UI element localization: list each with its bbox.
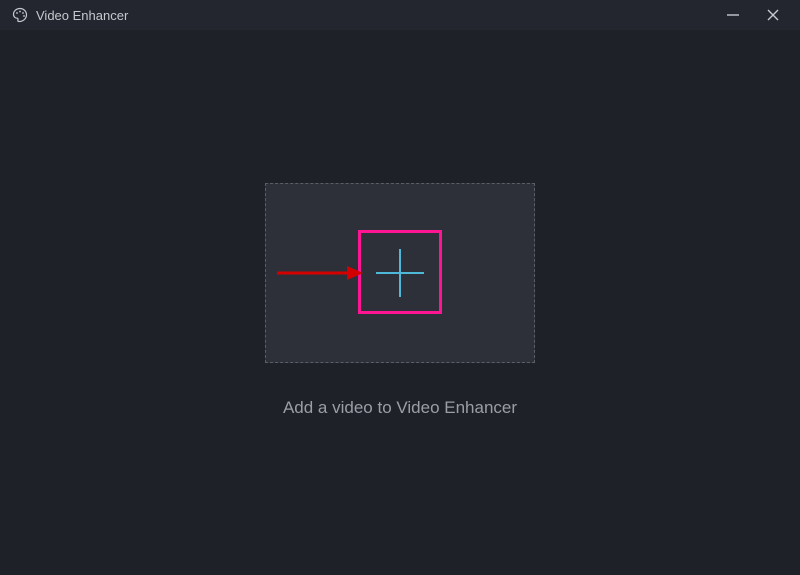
- minimize-icon: [725, 7, 741, 23]
- main-area: Add a video to Video Enhancer: [0, 30, 800, 575]
- close-button[interactable]: [762, 4, 784, 26]
- titlebar: Video Enhancer: [0, 0, 800, 30]
- window-controls: [722, 4, 788, 26]
- minimize-button[interactable]: [722, 4, 744, 26]
- add-video-dropzone[interactable]: [265, 183, 535, 363]
- close-icon: [765, 7, 781, 23]
- app-title: Video Enhancer: [36, 8, 722, 23]
- instruction-text: Add a video to Video Enhancer: [0, 398, 800, 418]
- plus-icon: [370, 243, 430, 303]
- palette-icon: [12, 7, 28, 23]
